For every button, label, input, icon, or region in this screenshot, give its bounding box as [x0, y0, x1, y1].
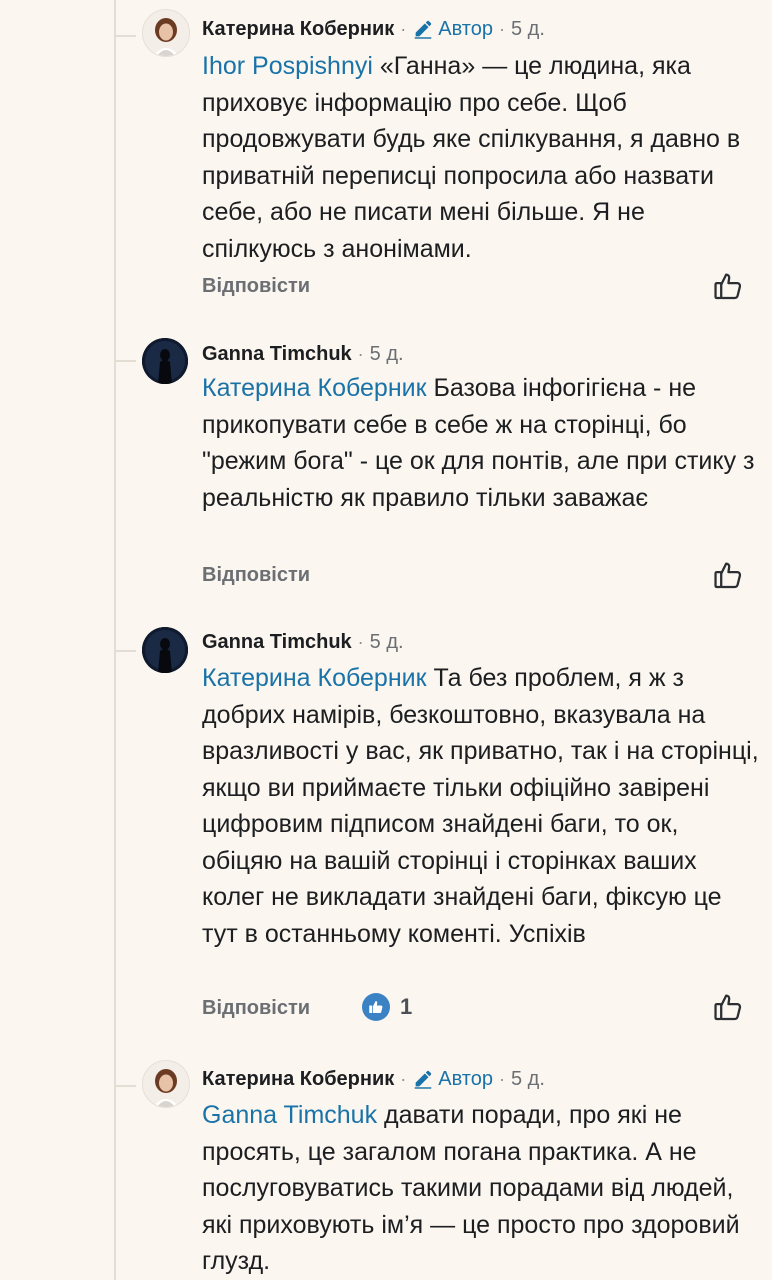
thread-connector [116, 360, 136, 362]
like-button[interactable] [712, 269, 746, 303]
thread-connector [116, 35, 136, 37]
comment-body: Ganna Timchuk давати поради, про які не … [202, 1097, 762, 1280]
reply-button[interactable]: Відповісти [202, 564, 310, 587]
author-badge-label: Автор [438, 1067, 493, 1090]
comment-header: Катерина Коберник · Автор · 5 д. [202, 1066, 545, 1092]
mention-link[interactable]: Ganna Timchuk [202, 1101, 377, 1129]
thumbs-up-icon [714, 562, 742, 589]
comment-body: Катерина Коберник Базова інфогігієна - н… [202, 370, 762, 516]
separator-dot: · [400, 18, 407, 39]
author-name[interactable]: Катерина Коберник [202, 1068, 394, 1091]
author-name[interactable]: Ganna Timchuk [202, 343, 352, 366]
author-name[interactable]: Ganna Timchuk [202, 631, 352, 654]
comment-time[interactable]: 5 д. [511, 18, 545, 41]
separator-dot: · [498, 18, 505, 39]
comment-time[interactable]: 5 д. [370, 631, 404, 654]
separator-dot: · [498, 1068, 505, 1089]
like-reaction-icon [362, 993, 390, 1021]
comment-text: Та без проблем, я ж з добрих намірів, бе… [202, 664, 759, 948]
separator-dot: · [357, 343, 364, 364]
comment-header: Ganna Timchuk · 5 д. [202, 629, 404, 655]
avatar[interactable] [142, 1060, 190, 1108]
comment-header: Катерина Коберник · Автор · 5 д. [202, 16, 545, 42]
avatar[interactable] [142, 338, 188, 384]
comment-body: Ihor Pospishnyi «Ганна» — це людина, яка… [202, 48, 762, 267]
thread-connector [116, 1085, 136, 1087]
comment-body: Катерина Коберник Та без проблем, я ж з … [202, 660, 762, 952]
separator-dot: · [400, 1068, 407, 1089]
reaction-count: 1 [400, 994, 413, 1019]
avatar[interactable] [142, 9, 190, 57]
author-badge-label: Автор [438, 17, 493, 40]
separator-dot: · [357, 631, 364, 652]
comment-time[interactable]: 5 д. [511, 1068, 545, 1091]
like-button[interactable] [712, 990, 746, 1024]
thumbs-up-icon [714, 273, 742, 300]
comment-time[interactable]: 5 д. [370, 343, 404, 366]
pencil-icon [415, 20, 432, 39]
thread-connector [116, 650, 136, 652]
reply-button[interactable]: Відповісти [202, 275, 310, 298]
mention-link[interactable]: Катерина Коберник [202, 664, 427, 692]
reply-button[interactable]: Відповісти [202, 997, 310, 1020]
author-name[interactable]: Катерина Коберник [202, 18, 394, 41]
like-button[interactable] [712, 558, 746, 592]
author-badge: Автор [412, 18, 493, 41]
thread-line [114, 0, 116, 1280]
mention-link[interactable]: Катерина Коберник [202, 374, 427, 402]
mention-link[interactable]: Ihor Pospishnyi [202, 52, 373, 80]
pencil-icon [415, 1070, 432, 1089]
avatar[interactable] [142, 627, 188, 673]
comment-header: Ganna Timchuk · 5 д. [202, 341, 404, 367]
comment-text: «Ганна» — це людина, яка приховує інформ… [202, 52, 741, 263]
thumbs-up-icon [714, 994, 742, 1021]
reaction-summary[interactable]: 1 [362, 993, 412, 1021]
author-badge: Автор [412, 1068, 493, 1091]
